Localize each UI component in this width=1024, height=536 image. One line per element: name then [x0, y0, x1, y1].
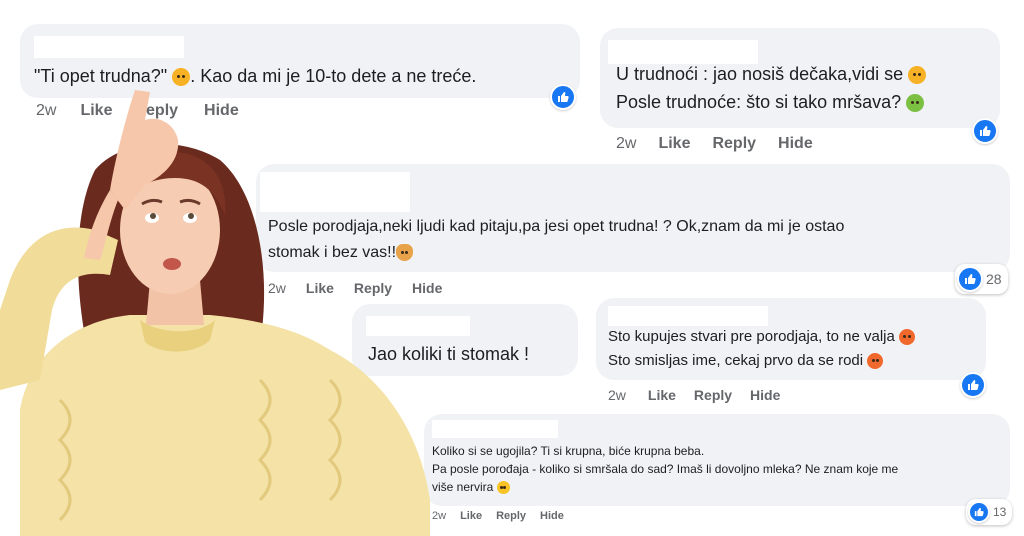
redacted-author-name — [34, 36, 184, 58]
reaction-badge[interactable] — [972, 118, 998, 144]
comment-line-2: Pa posle porođaja - koliko si smršala do… — [432, 462, 899, 476]
redacted-author-name — [432, 420, 558, 438]
reaction-count: 13 — [993, 505, 1007, 519]
reaction-count-badge[interactable]: 13 — [966, 499, 1013, 525]
thumbs-up-icon — [957, 266, 983, 292]
comment-line-3: više nervira — [432, 480, 510, 495]
reply-button[interactable]: Reply — [712, 135, 756, 153]
comment-line-1: U trudnoći : jao nosiš dečaka,vidi se — [616, 64, 927, 85]
hide-button[interactable]: Hide — [778, 135, 813, 153]
like-button[interactable]: Like — [658, 135, 690, 153]
comment-line-2: Sto smisljas ime, cekaj prvo da se rodi — [608, 352, 884, 370]
thumbs-up-icon — [972, 118, 998, 144]
frustrated-woman-image — [0, 90, 430, 536]
thumbs-up-icon — [968, 501, 990, 523]
timestamp: 2w — [432, 510, 447, 522]
comment-bubble-2: U trudnoći : jao nosiš dečaka,vidi se Po… — [600, 28, 1000, 128]
comment-line-1: Sto kupujes stvari pre porodjaja, to ne … — [608, 328, 916, 346]
thumbs-up-icon — [960, 372, 986, 398]
timestamp: 2w — [608, 387, 626, 403]
comment-line-1: Koliko si se ugojila? Ti si krupna, biće… — [432, 444, 705, 458]
reaction-badge[interactable] — [960, 372, 986, 398]
reply-button[interactable]: Reply — [496, 510, 526, 522]
laughing-face-icon — [908, 66, 927, 85]
redacted-author-name — [608, 40, 758, 64]
timestamp: 2w — [616, 135, 637, 152]
sweater — [20, 315, 430, 536]
reaction-count: 28 — [986, 271, 1002, 287]
hide-button[interactable]: Hide — [540, 510, 564, 522]
grinning-face-icon — [496, 481, 510, 495]
comment-bubble-5: Sto kupujes stvari pre porodjaja, to ne … — [596, 298, 986, 380]
like-button[interactable]: Like — [460, 510, 482, 522]
comment-actions-5: 2w Like Reply Hide — [608, 387, 780, 403]
reaction-badge[interactable] — [550, 84, 576, 110]
comment-actions-6: 2w Like Reply Hide — [432, 510, 564, 522]
comment-actions-2: 2w Like Reply Hide — [616, 135, 813, 153]
comment-line-2: Posle trudnoće: što si tako mršava? — [616, 92, 925, 113]
hide-button[interactable]: Hide — [750, 387, 780, 403]
comment-bubble-6: Koliko si se ugojila? Ti si krupna, biće… — [424, 414, 1010, 506]
sick-face-icon — [906, 94, 925, 113]
redacted-author-name — [608, 306, 768, 326]
angry-face-icon — [867, 353, 884, 370]
reaction-count-badge[interactable]: 28 — [955, 264, 1008, 294]
like-button[interactable]: Like — [648, 387, 676, 403]
reply-button[interactable]: Reply — [694, 387, 732, 403]
angry-face-icon — [899, 329, 916, 346]
thumbs-up-icon — [550, 84, 576, 110]
